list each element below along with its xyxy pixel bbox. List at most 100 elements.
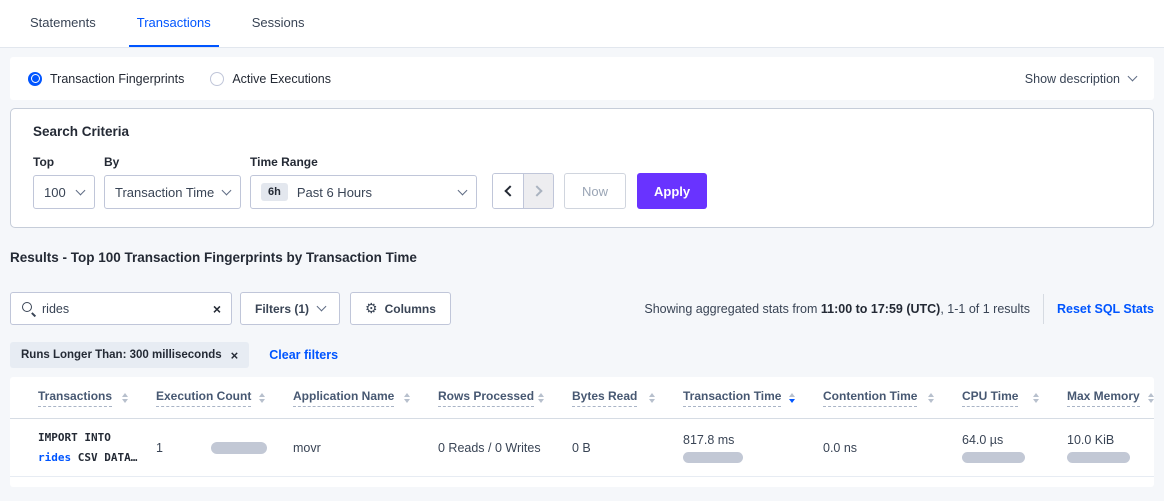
time-next-button[interactable] [523, 174, 553, 208]
column-header-execution-count[interactable]: Execution Count [156, 389, 293, 407]
columns-button-label: Columns [385, 302, 436, 316]
chevron-down-icon [1128, 72, 1138, 82]
table-header-row: Transactions Execution Count Application… [10, 377, 1154, 419]
now-button[interactable]: Now [564, 173, 626, 209]
tab-statements-label: Statements [30, 15, 96, 30]
transactions-page: Statements Transactions Sessions Transac… [0, 0, 1164, 487]
radio-selected-icon [28, 72, 42, 86]
apply-button[interactable]: Apply [637, 173, 707, 209]
column-header-contention-time[interactable]: Contention Time [823, 389, 962, 407]
max-memory-bar [1067, 452, 1130, 463]
clear-filters-link[interactable]: Clear filters [269, 348, 338, 362]
time-range-value: Past 6 Hours [297, 185, 372, 200]
column-header-application-name[interactable]: Application Name [293, 389, 438, 407]
cell-rows-processed: 0 Reads / 0 Writes [438, 419, 572, 476]
radio-transaction-fingerprints[interactable]: Transaction Fingerprints [28, 72, 184, 86]
time-range-group: Time Range 6h Past 6 Hours [250, 155, 477, 209]
search-criteria-controls: Top 100 By Transaction Time Time Range [33, 155, 1131, 209]
column-header-transaction-time[interactable]: Transaction Time [683, 389, 823, 407]
column-header-transactions[interactable]: Transactions [38, 389, 156, 407]
top-select-value: 100 [44, 185, 66, 200]
sort-icon[interactable] [928, 393, 934, 403]
search-input-wrapper: × [10, 292, 232, 325]
view-toggle-bar: Transaction Fingerprints Active Executio… [10, 57, 1154, 100]
cpu-time-bar [962, 452, 1025, 463]
sort-icon[interactable] [404, 393, 410, 403]
chevron-down-icon [222, 185, 232, 195]
time-range-badge: 6h [261, 183, 288, 201]
cell-transaction-fingerprint: IMPORT INTO rides CSV DATA… [38, 419, 156, 476]
chevron-left-icon [504, 185, 515, 196]
transaction-fingerprint-link[interactable]: rides [38, 451, 71, 464]
sort-icon-active-desc[interactable] [789, 393, 795, 403]
chevron-down-icon [458, 185, 468, 195]
gear-icon: ⚙ [365, 300, 378, 317]
search-criteria-panel: Search Criteria Top 100 By Transaction T… [10, 108, 1154, 228]
time-range-label: Time Range [250, 155, 477, 169]
radio-active-exec-label: Active Executions [232, 72, 331, 86]
cell-max-memory: 10.0 KiB [1067, 419, 1154, 476]
time-prev-button[interactable] [493, 174, 523, 208]
column-header-bytes-read[interactable]: Bytes Read [572, 389, 683, 407]
search-criteria-title: Search Criteria [33, 124, 1131, 139]
filters-button-label: Filters (1) [255, 302, 309, 316]
sort-icon[interactable] [259, 393, 265, 403]
vertical-divider [1043, 294, 1044, 324]
filter-tag-label: Runs Longer Than: 300 milliseconds [21, 349, 222, 361]
sort-icon[interactable] [538, 393, 544, 403]
remove-filter-icon[interactable]: × [231, 349, 239, 362]
sort-icon[interactable] [1148, 393, 1154, 403]
chevron-down-icon [317, 302, 327, 312]
cell-contention-time: 0.0 ns [823, 419, 962, 476]
sort-icon[interactable] [649, 393, 655, 403]
search-icon [21, 301, 36, 316]
reset-sql-stats-link[interactable]: Reset SQL Stats [1057, 302, 1154, 316]
cell-bytes-read: 0 B [572, 419, 683, 476]
results-table: Transactions Execution Count Application… [10, 377, 1154, 487]
top-select[interactable]: 100 [33, 175, 95, 209]
sort-icon[interactable] [1033, 393, 1039, 403]
show-description-label: Show description [1025, 72, 1120, 86]
cell-application-name: movr [293, 419, 438, 476]
table-row: IMPORT INTO rides CSV DATA… 1 movr 0 Rea… [10, 419, 1154, 477]
tab-transactions[interactable]: Transactions [129, 0, 219, 47]
tab-statements[interactable]: Statements [22, 0, 104, 47]
txn-statement-line1: IMPORT INTO [38, 431, 111, 444]
top-group: Top 100 [33, 155, 95, 209]
results-toolbar: × Filters (1) ⚙ Columns Showing aggregat… [10, 292, 1154, 325]
time-arrow-group [492, 173, 554, 209]
column-header-cpu-time[interactable]: CPU Time [962, 389, 1067, 407]
transaction-time-bar [683, 452, 743, 463]
column-header-max-memory[interactable]: Max Memory [1067, 389, 1154, 407]
top-label: Top [33, 155, 95, 169]
by-label: By [104, 155, 241, 169]
filter-tag: Runs Longer Than: 300 milliseconds × [10, 342, 249, 368]
cell-cpu-time: 64.0 µs [962, 419, 1067, 476]
time-range-select[interactable]: 6h Past 6 Hours [250, 175, 477, 209]
search-input[interactable] [42, 302, 213, 316]
chevron-right-icon [531, 185, 542, 196]
clear-search-icon[interactable]: × [213, 302, 221, 316]
tab-bar: Statements Transactions Sessions [0, 0, 1164, 48]
tab-sessions-label: Sessions [252, 15, 305, 30]
aggregated-stats-text: Showing aggregated stats from 11:00 to 1… [644, 302, 1030, 316]
by-select-value: Transaction Time [115, 185, 214, 200]
radio-active-executions[interactable]: Active Executions [210, 72, 331, 86]
tab-sessions[interactable]: Sessions [244, 0, 313, 47]
cell-execution-count: 1 [156, 419, 293, 476]
execution-count-bar [211, 442, 267, 454]
cell-transaction-time: 817.8 ms [683, 419, 823, 476]
chevron-down-icon [76, 185, 86, 195]
radio-unselected-icon [210, 72, 224, 86]
applied-filters-row: Runs Longer Than: 300 milliseconds × Cle… [10, 342, 1154, 368]
show-description-toggle[interactable]: Show description [1025, 72, 1136, 86]
filters-button[interactable]: Filters (1) [240, 292, 340, 325]
column-header-rows-processed[interactable]: Rows Processed [438, 389, 572, 407]
columns-button[interactable]: ⚙ Columns [350, 292, 451, 325]
by-group: By Transaction Time [104, 155, 241, 209]
stats-time-range: 11:00 to 17:59 (UTC) [821, 302, 940, 316]
tab-transactions-label: Transactions [137, 15, 211, 30]
sort-icon[interactable] [122, 393, 128, 403]
radio-fingerprints-label: Transaction Fingerprints [50, 72, 184, 86]
by-select[interactable]: Transaction Time [104, 175, 241, 209]
